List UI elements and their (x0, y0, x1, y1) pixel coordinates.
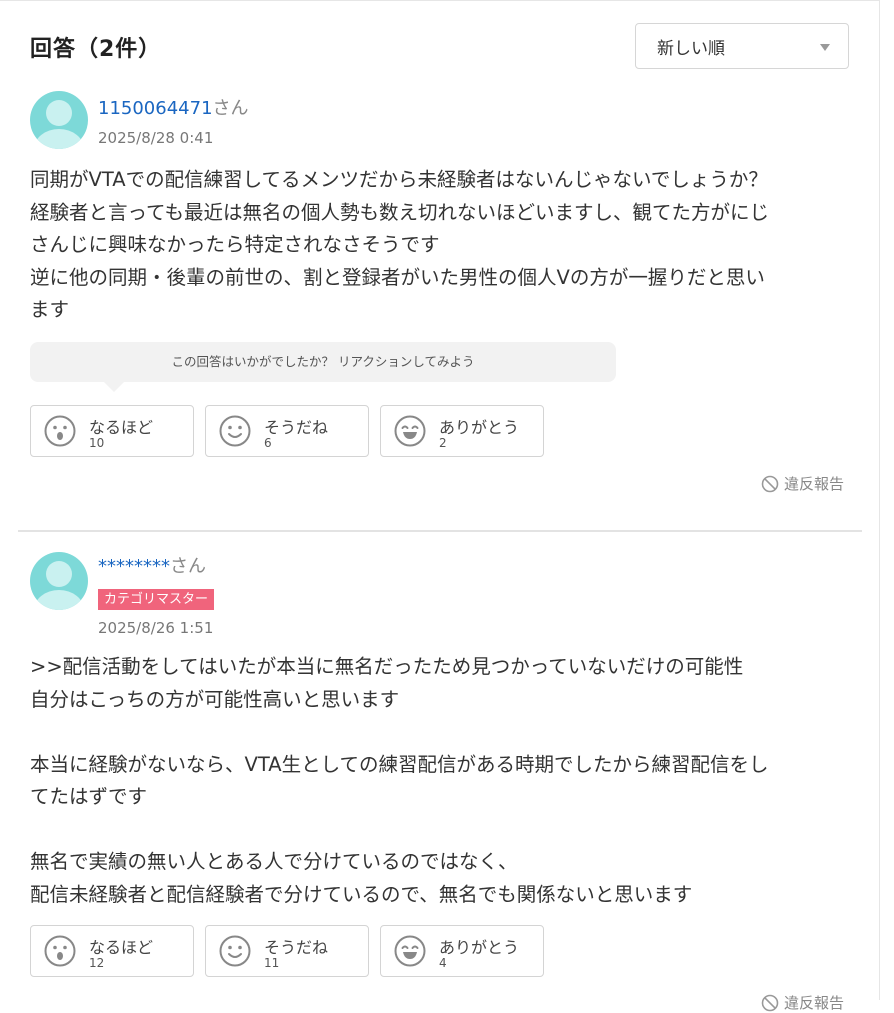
reaction-label: ありがとう (439, 418, 520, 437)
answer-line: てたはずです (30, 785, 148, 808)
reaction-buttons: なるほど 12 そうだね 11 ありがとう 4 (30, 925, 544, 977)
sort-select-value: 新しい順 (657, 38, 725, 59)
answer-body: >>配信活動をしてはいたが本当に無名だったため見つかっていないだけの可能性 自分… (30, 651, 860, 911)
reaction-soudane-button[interactable]: そうだね 11 (205, 925, 369, 977)
answer-line: >>配信活動をしてはいたが本当に無名だったため見つかっていないだけの可能性 (30, 655, 744, 678)
answer-line: 本当に経験がないなら、VTA生としての練習配信がある時期でしたから練習配信をし (30, 752, 769, 776)
sort-select[interactable]: 新しい順 (635, 23, 849, 69)
answer-line: 無名で実績の無い人とある人で分けているのではなく、 (30, 850, 518, 873)
answer-line: ます (30, 298, 70, 321)
answers-panel: 回答（2件） 新しい順 1150064471さん 2025/8/28 0:41 … (0, 0, 880, 1012)
reaction-count: 11 (264, 956, 280, 970)
answer-line: 同期がVTAでの配信練習してるメンツだから未経験者はないんじゃないでしょうか？ (30, 168, 768, 191)
reaction-arigatou-button[interactable]: ありがとう 4 (380, 925, 544, 977)
reaction-arigatou-button[interactable]: ありがとう 2 (380, 405, 544, 457)
user-name[interactable]: 1150064471さん (98, 94, 249, 120)
answer-body: 同期がVTAでの配信練習してるメンツだから未経験者はないんじゃないでしょうか？ … (30, 164, 860, 327)
answer-line: 配信未経験者と配信経験者で分けているので、無名でも関係ないと思います (30, 882, 693, 906)
category-master-badge: カテゴリマスター (98, 589, 215, 610)
report-label: 違反報告 (783, 994, 844, 1012)
reaction-count: 10 (89, 436, 105, 450)
prohibited-icon (761, 475, 779, 492)
answer-line: さんじに興味なかったら特定されなさそうです (30, 233, 440, 256)
report-label: 違反報告 (783, 475, 844, 493)
answer-divider (18, 530, 862, 532)
reaction-label: ありがとう (439, 938, 520, 957)
smile-face-icon (219, 415, 251, 447)
surprised-face-icon (44, 415, 76, 447)
answer-line: 自分はこっちの方が可能性高いと思います (30, 687, 400, 711)
user-name[interactable]: ********さん (98, 552, 206, 578)
avatar[interactable] (30, 91, 88, 149)
surprised-face-icon (44, 935, 76, 967)
reaction-label: なるほど (89, 938, 154, 957)
reaction-soudane-button[interactable]: そうだね 6 (205, 405, 369, 457)
reaction-naruhodo-button[interactable]: なるほど 12 (30, 925, 194, 977)
reaction-count: 6 (264, 436, 272, 450)
answers-header: 回答（2件） (30, 31, 161, 63)
dropdown-arrow-icon (820, 44, 830, 51)
reaction-buttons: なるほど 10 そうだね 6 ありがとう 2 (30, 405, 544, 457)
reaction-count: 2 (439, 436, 447, 450)
answer-line (30, 814, 860, 847)
reaction-label: なるほど (89, 418, 154, 437)
answer-date: 2025/8/28 0:41 (98, 129, 214, 147)
report-link[interactable]: 違反報告 (761, 992, 844, 1013)
answers-title: 回答（2件） (30, 37, 162, 62)
user-id-link[interactable]: ******** (98, 556, 170, 577)
prohibited-icon (761, 994, 779, 1011)
reaction-count: 4 (439, 956, 447, 970)
reaction-prompt: この回答はいかがでしたか？ リアクションしてみよう (30, 342, 616, 392)
report-link[interactable]: 違反報告 (761, 473, 844, 494)
reaction-label: そうだね (264, 418, 329, 437)
reaction-count: 12 (89, 956, 105, 970)
answer-line (30, 716, 860, 749)
answer-line: 逆に他の同期・後輩の前世の、割と登録者がいた男性の個人Vの方が一握りだと思い (30, 265, 765, 289)
happy-face-icon (394, 935, 426, 967)
smile-face-icon (219, 935, 251, 967)
reaction-naruhodo-button[interactable]: なるほど 10 (30, 405, 194, 457)
reaction-label: そうだね (264, 938, 329, 957)
happy-face-icon (394, 415, 426, 447)
answer-date: 2025/8/26 1:51 (98, 619, 214, 637)
user-id-link[interactable]: 1150064471 (98, 98, 213, 119)
avatar[interactable] (30, 552, 88, 610)
answer-line: 経験者と言っても最近は無名の個人勢も数え切れないほどいますし、観てた方がにじ (30, 200, 770, 224)
